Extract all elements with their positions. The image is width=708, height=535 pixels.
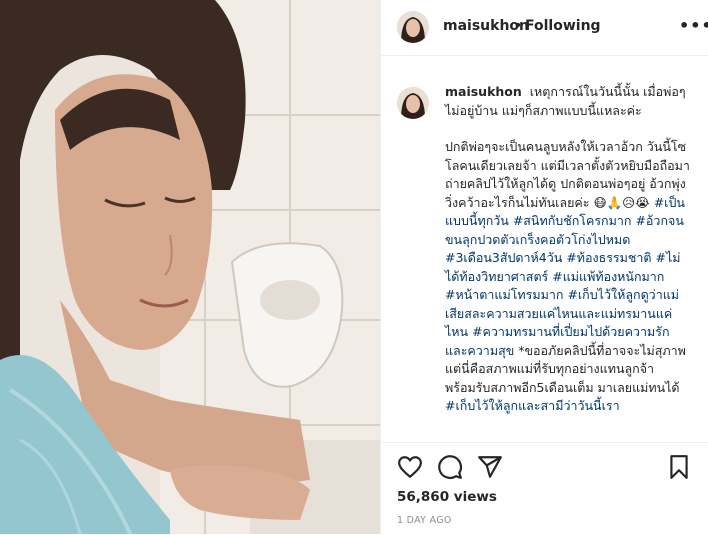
post-caption: maisukhon เหตุการณ์ในวันนี้นั้น เมื่อพ่อ… — [445, 83, 691, 416]
caption-author-avatar[interactable] — [397, 87, 429, 119]
caption-last-line: พร้อมรับสภาพอีก5เดือนเต็ม มาเลยแม่ทนได้ — [445, 379, 680, 395]
comment-icon[interactable] — [437, 454, 463, 480]
hashtag-link[interactable]: #ท้องธรรมชาติ — [566, 250, 651, 265]
views-count[interactable]: 56,860 views — [397, 489, 497, 505]
hashtag-link[interactable]: #เก็บไว้ให้ลูกและสามีว่าวันนี้เรา — [445, 398, 620, 413]
post-media[interactable] — [0, 0, 380, 534]
separator-dot: • — [514, 18, 523, 34]
post-timestamp[interactable]: 1 DAY AGO — [397, 515, 452, 526]
heart-icon[interactable] — [397, 454, 423, 480]
post-actions: 56,860 views 1 DAY AGO — [381, 442, 708, 535]
post-video-frame — [0, 0, 380, 534]
following-button[interactable]: Following — [525, 18, 601, 34]
caption-username-link[interactable]: maisukhon — [445, 84, 522, 99]
bookmark-icon[interactable] — [666, 454, 692, 480]
post-panel: maisukhon • Following ••• maisukhon เหตุ… — [380, 0, 708, 534]
hashtag-link[interactable]: #3เดือน3สัปดาห์4วัน — [445, 250, 562, 265]
hashtag-link[interactable]: #หน้าตาแม่โทรมมาก — [445, 287, 563, 302]
share-icon[interactable] — [477, 454, 503, 480]
comments-area: maisukhon เหตุการณ์ในวันนี้นั้น เมื่อพ่อ… — [381, 57, 708, 441]
post-header: maisukhon • Following ••• — [381, 0, 708, 56]
author-avatar[interactable] — [397, 11, 429, 43]
more-options-icon[interactable]: ••• — [679, 16, 708, 35]
hashtag-link[interactable]: #แม่แพ้ท้องหนักมาก — [552, 269, 664, 284]
hashtag-link[interactable]: #สนิทกับชักโครกมาก — [513, 213, 632, 228]
